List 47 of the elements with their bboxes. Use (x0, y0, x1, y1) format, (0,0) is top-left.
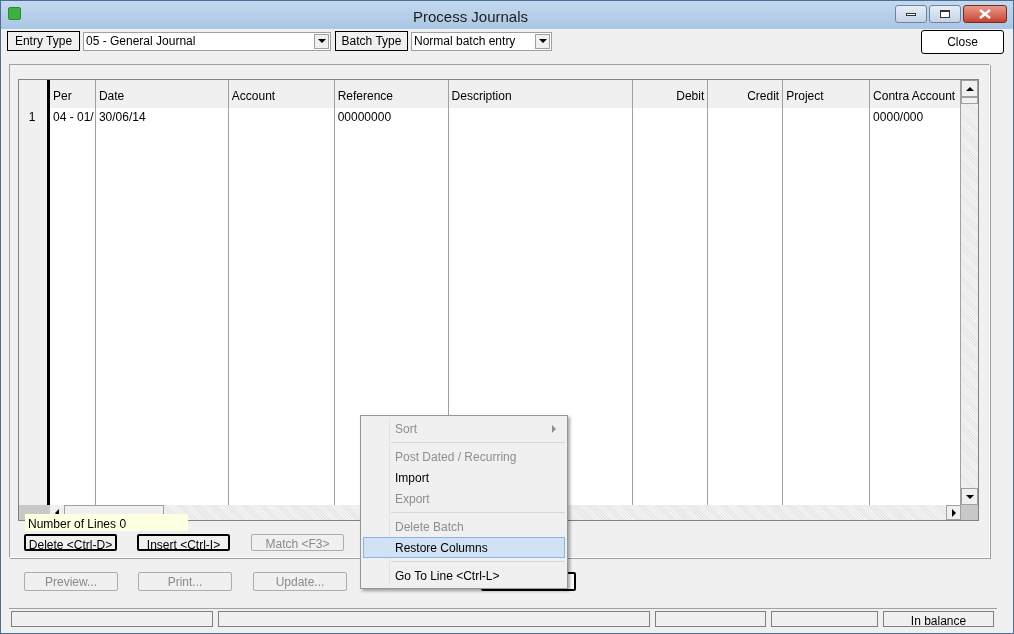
column-header[interactable]: Debit (633, 80, 708, 108)
menu-item[interactable]: Go To Line <Ctrl-L> (363, 565, 565, 586)
status-panel: In balance (883, 610, 994, 627)
up-arrow-icon (965, 86, 974, 91)
minimize-icon (906, 12, 916, 16)
batch-type-dropdown[interactable]: Normal batch entry (411, 31, 552, 51)
down-arrow-icon (965, 494, 974, 499)
scroll-thumb[interactable] (961, 97, 978, 104)
minimize-button[interactable] (895, 5, 927, 23)
window-title: Process Journals (413, 7, 529, 27)
scroll-down-button[interactable] (961, 488, 978, 505)
entry-type-dropdown[interactable]: 05 - General Journal (83, 31, 331, 51)
vertical-scrollbar[interactable] (961, 80, 978, 505)
batch-type-dropdown-value: Normal batch entry (413, 33, 517, 50)
line-button[interactable]: Delete <Ctrl-D> (24, 534, 117, 551)
dropdown-arrow-icon (317, 39, 326, 43)
dropdown-arrow-icon (538, 39, 547, 43)
entry-type-button[interactable]: Entry Type (7, 31, 80, 51)
close-icon (979, 9, 991, 19)
app-icon (8, 7, 21, 20)
right-arrow-icon (951, 508, 956, 517)
scroll-up-button[interactable] (961, 80, 978, 97)
batch-type-button[interactable]: Batch Type (335, 31, 408, 51)
column-header[interactable]: Date (95, 80, 228, 108)
table-cell-text: 00000000 (336, 109, 393, 124)
column-header[interactable]: Project (783, 80, 870, 108)
entry-type-dropdown-value: 05 - General Journal (85, 33, 197, 50)
column-header[interactable]: Contra Account (870, 80, 960, 108)
column-header[interactable]: Reference (334, 80, 448, 108)
close-button[interactable]: Close (921, 30, 1004, 54)
column-header[interactable]: Credit (708, 80, 783, 108)
menu-item[interactable]: Restore Columns (363, 537, 565, 558)
column-header[interactable]: Account (228, 80, 334, 108)
tooltip: Number of Lines 0 (25, 514, 188, 531)
scroll-right-button[interactable] (946, 505, 961, 520)
table-cell-text: 30/06/14 (97, 109, 147, 124)
maximize-button[interactable] (929, 5, 961, 23)
scrollbar-corner (961, 505, 978, 520)
table-cell-text: 0000/000 (872, 109, 925, 124)
close-window-button[interactable] (963, 5, 1007, 23)
maximize-icon (940, 10, 950, 18)
column-header[interactable]: Description (448, 80, 633, 108)
menu-item[interactable]: Import (363, 467, 565, 488)
table-cell-text: 04 - 01/ (51, 109, 95, 124)
column-header[interactable]: Per (49, 80, 95, 108)
row-number: 1 (27, 109, 37, 124)
line-button[interactable]: Insert <Ctrl-I> (137, 534, 230, 551)
